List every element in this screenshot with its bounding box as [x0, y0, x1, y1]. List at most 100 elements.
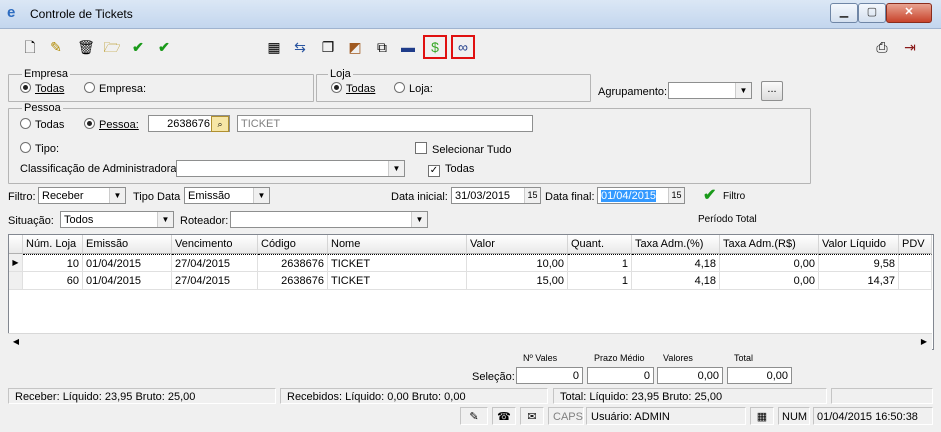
- table-cell[interactable]: 4,18: [632, 254, 720, 272]
- data-final-label: Data final:: [545, 191, 595, 203]
- chevron-down-icon: ▼: [735, 83, 751, 98]
- data-inicial-field[interactable]: 31/03/2015 15: [451, 187, 541, 204]
- periodo-total-link[interactable]: Período Total: [698, 214, 757, 225]
- pessoa-radio[interactable]: Pessoa:: [84, 118, 139, 131]
- table-cell[interactable]: 27/04/2015: [172, 272, 258, 290]
- phone-icon[interactable]: ☎: [492, 407, 516, 425]
- calculator-icon[interactable]: ▦: [264, 37, 284, 57]
- table-cell[interactable]: 4,18: [632, 272, 720, 290]
- table-cell[interactable]: [899, 254, 932, 272]
- minimize-button[interactable]: ▁: [830, 3, 858, 23]
- todas-checkbox[interactable]: ✓ Todas: [428, 163, 474, 177]
- scroll-left-icon[interactable]: ◀: [9, 335, 23, 349]
- classificacao-select[interactable]: ▼: [176, 160, 405, 177]
- col-header[interactable]: Código: [258, 235, 328, 254]
- table-cell[interactable]: 0,00: [720, 254, 819, 272]
- chevron-down-icon: ▼: [411, 212, 427, 227]
- money-icon[interactable]: $: [423, 35, 447, 59]
- col-header[interactable]: Valor: [467, 235, 568, 254]
- tipo-radio[interactable]: Tipo:: [20, 142, 59, 155]
- mail-icon[interactable]: ✉: [520, 407, 544, 425]
- pessoa-search-icon[interactable]: ⌕: [211, 116, 229, 132]
- trash-icon[interactable]: 🗑: [76, 37, 96, 57]
- empresa-todas-radio[interactable]: Todas: [20, 82, 64, 95]
- table-cell[interactable]: 10,00: [467, 254, 568, 272]
- loja-todas-radio[interactable]: Todas: [331, 82, 375, 95]
- pessoa-todas-radio[interactable]: Todas: [20, 118, 64, 131]
- new-document-icon[interactable]: 🗋: [20, 37, 40, 57]
- table-cell[interactable]: TICKET: [328, 272, 467, 290]
- import-icon[interactable]: ◩: [345, 37, 365, 57]
- print-icon[interactable]: ⎙: [872, 37, 892, 57]
- table-cell[interactable]: 60: [23, 272, 83, 290]
- edit-icon[interactable]: ✎: [46, 37, 66, 57]
- col-header[interactable]: Taxa Adm.(R$): [720, 235, 819, 254]
- table-cell[interactable]: 14,37: [819, 272, 899, 290]
- table-cell[interactable]: 10: [23, 254, 83, 272]
- table-cell[interactable]: TICKET: [328, 254, 467, 272]
- table-cell[interactable]: 2638676: [258, 254, 328, 272]
- col-header[interactable]: Núm. Loja: [23, 235, 83, 254]
- col-header[interactable]: Vencimento: [172, 235, 258, 254]
- table-cell[interactable]: 0,00: [720, 272, 819, 290]
- table-cell[interactable]: 01/04/2015: [83, 272, 172, 290]
- total-field: 0,00: [727, 367, 792, 384]
- confirm-check-icon[interactable]: ✔: [128, 37, 148, 57]
- agrupamento-browse-button[interactable]: ...: [761, 81, 783, 101]
- confirm-all-check-icon[interactable]: ✔: [154, 37, 174, 57]
- window-title: Controle de Tickets: [30, 7, 133, 21]
- tipo-data-label: Tipo Data: [133, 191, 181, 203]
- current-row-arrow-icon: ▶: [9, 254, 23, 272]
- situacao-select[interactable]: Todos ▼: [60, 211, 174, 228]
- empresa-radio[interactable]: Empresa:: [84, 82, 146, 95]
- classificacao-label: Classificação de Administradora:: [20, 163, 180, 175]
- duplicate-icon[interactable]: ⧉: [372, 37, 392, 57]
- row-indicator-header: [9, 235, 23, 254]
- col-header[interactable]: Nome: [328, 235, 467, 254]
- valores-field: 0,00: [657, 367, 723, 384]
- table-cell[interactable]: [899, 272, 932, 290]
- calculator-icon[interactable]: ▦: [750, 407, 774, 425]
- calendar-icon[interactable]: 15: [668, 188, 684, 203]
- table-cell[interactable]: 9,58: [819, 254, 899, 272]
- col-header[interactable]: Emissão: [83, 235, 172, 254]
- table-cell[interactable]: 01/04/2015: [83, 254, 172, 272]
- situacao-label: Situação:: [8, 215, 54, 227]
- copy-documents-icon[interactable]: ❐: [318, 37, 338, 57]
- loja-radio[interactable]: Loja:: [394, 82, 433, 95]
- data-final-field[interactable]: 01/04/2015 15: [597, 187, 685, 204]
- roteador-select[interactable]: ▼: [230, 211, 428, 228]
- tipo-data-select[interactable]: Emissão ▼: [184, 187, 270, 204]
- card-icon[interactable]: ▬: [398, 37, 418, 57]
- binoculars-icon[interactable]: ∞: [451, 35, 475, 59]
- maximize-button[interactable]: ▢: [858, 3, 886, 23]
- user-indicator: Usuário: ADMIN: [586, 407, 746, 425]
- selecionar-tudo-checkbox[interactable]: Selecionar Tudo: [415, 142, 512, 156]
- filtro-label: Filtro:: [8, 191, 36, 203]
- close-button[interactable]: ✕: [886, 3, 932, 23]
- col-header[interactable]: Valor Líquido: [819, 235, 899, 254]
- filter-check-icon[interactable]: ✔: [703, 185, 716, 205]
- transfer-icon[interactable]: ⇆: [290, 37, 310, 57]
- open-folder-icon[interactable]: 🗁: [102, 37, 122, 57]
- filtro-button[interactable]: Filtro: [723, 191, 745, 202]
- col-header[interactable]: PDV: [899, 235, 932, 254]
- exit-icon[interactable]: ⇥: [900, 37, 920, 57]
- col-header[interactable]: Quant.: [568, 235, 632, 254]
- table-cell[interactable]: 27/04/2015: [172, 254, 258, 272]
- row-indicator: [9, 272, 23, 290]
- table-cell[interactable]: 1: [568, 254, 632, 272]
- table-cell[interactable]: 1: [568, 272, 632, 290]
- empresa-legend: Empresa: [22, 68, 71, 80]
- summary-empty-panel: [831, 388, 933, 404]
- total-header: Total: [734, 353, 754, 363]
- table-cell[interactable]: 2638676: [258, 272, 328, 290]
- notes-icon[interactable]: ✎: [460, 407, 488, 425]
- col-header[interactable]: Taxa Adm.(%): [632, 235, 720, 254]
- calendar-icon[interactable]: 15: [524, 188, 540, 203]
- agrupamento-select[interactable]: ▼: [668, 82, 752, 99]
- table-cell[interactable]: 15,00: [467, 272, 568, 290]
- horizontal-scrollbar[interactable]: ◀ ▶: [8, 333, 932, 350]
- scroll-right-icon[interactable]: ▶: [917, 335, 931, 349]
- filtro-select[interactable]: Receber ▼: [38, 187, 126, 204]
